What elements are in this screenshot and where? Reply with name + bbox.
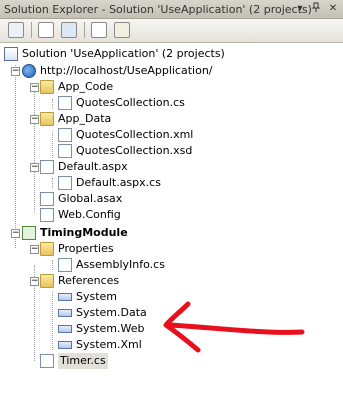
copy-website-icon[interactable] [114,22,130,38]
aspx-file-icon [40,160,54,174]
solution-label: Solution 'UseApplication' (2 projects) [22,47,225,60]
asax-file-icon [40,192,54,206]
cs-class-icon [58,96,72,110]
csharp-project-icon [22,226,36,240]
pin-icon[interactable] [309,2,323,15]
tree-line [52,131,53,158]
collapse-icon[interactable]: − [30,83,39,92]
tree-line [52,260,53,270]
reference-label: System.Data [76,306,147,319]
window-titlebar: Solution Explorer - Solution 'UseApplica… [0,0,343,19]
dropdown-icon[interactable]: ▾ [293,2,307,15]
cs-file-icon [58,176,72,190]
reference-icon [58,325,72,333]
config-file-icon [40,208,54,222]
tree-line [52,291,53,350]
website-label: http://localhost/UseApplication/ [40,64,213,77]
cs-file-icon [40,354,54,368]
default-aspx-cs-label: Default.aspx.cs [76,176,161,189]
tree-line [52,178,53,188]
folder-icon [40,242,54,256]
tree-line [34,83,35,213]
reference-label: System [76,290,118,303]
refresh-icon[interactable] [61,22,77,38]
collapse-icon[interactable]: − [30,163,39,172]
timing-module-label: TimingModule [40,226,128,239]
annotation-arrow-icon [163,301,305,353]
tree-line [52,99,53,109]
properties-icon[interactable] [8,22,24,38]
toolbar-separator [84,22,85,38]
reference-label: System.Web [76,322,145,335]
reference-icon [58,309,72,317]
collapse-icon[interactable]: − [11,229,20,238]
xsd-file-icon [58,144,72,158]
properties-label: Properties [58,242,114,255]
xml-file-icon [58,128,72,142]
folder-icon [40,80,54,94]
reference-icon [58,341,72,349]
solution-tree: Solution 'UseApplication' (2 projects) −… [0,43,343,397]
close-icon[interactable]: ✕ [326,2,340,15]
collapse-icon[interactable]: − [30,115,39,124]
solution-icon [4,47,18,61]
reference-label: System.Xml [76,338,142,351]
quotes-xsd-label: QuotesCollection.xsd [76,144,193,157]
cs-file-icon [58,258,72,272]
toolbar-separator [31,22,32,38]
global-asax-label: Global.asax [58,192,123,205]
collapse-icon[interactable]: − [30,277,39,286]
app-data-label: App_Data [58,112,112,125]
window-title: Solution Explorer - Solution 'UseApplica… [4,3,312,16]
quotes-cs-label: QuotesCollection.cs [76,96,185,109]
toolbar [0,19,343,43]
folder-icon [40,112,54,126]
default-aspx-label: Default.aspx [58,160,128,173]
collapse-icon[interactable]: − [30,245,39,254]
show-all-files-icon[interactable] [38,22,54,38]
folder-icon [40,274,54,288]
reference-icon [58,293,72,301]
view-code-icon[interactable] [91,22,107,38]
globe-icon [22,64,36,78]
references-label: References [58,274,120,287]
app-code-label: App_Code [58,80,114,93]
tree-line [15,65,16,248]
quotes-xml-label: QuotesCollection.xml [76,128,194,141]
web-config-label: Web.Config [58,208,121,221]
timer-cs-label: Timer.cs [58,353,108,369]
assembly-info-label: AssemblyInfo.cs [76,258,165,271]
collapse-icon[interactable]: − [11,67,20,76]
